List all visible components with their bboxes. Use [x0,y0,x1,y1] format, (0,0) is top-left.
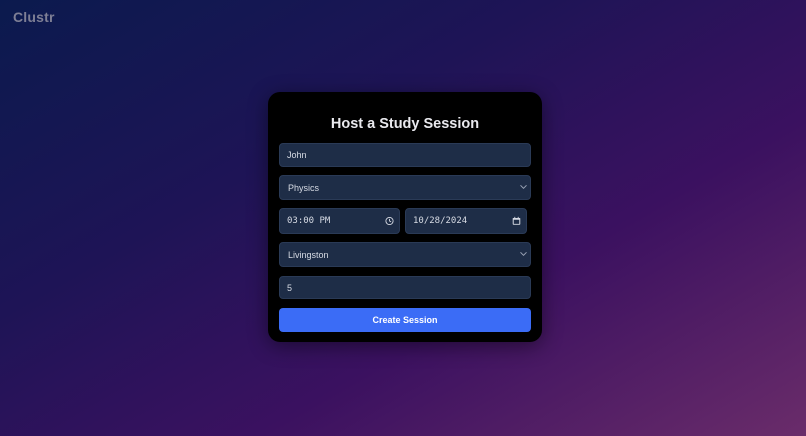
subject-select-value: Physics [288,182,320,193]
page-title: Host a Study Session [330,116,480,132]
clock-icon[interactable] [385,216,394,226]
date-input[interactable]: 10/28/2024 [405,208,527,234]
name-input[interactable]: John [279,143,531,167]
location-select[interactable]: Livingston [279,242,531,267]
capacity-input-value: 5 [287,282,293,293]
time-input-value: 03:00 PM [287,216,331,226]
name-input-value: John [287,150,307,160]
app-logo: Clustr [13,9,55,25]
date-input-value: 10/28/2024 [413,216,468,226]
capacity-input[interactable]: 5 [279,276,531,299]
chevron-down-icon [520,251,527,258]
time-input[interactable]: 03:00 PM [279,208,400,234]
subject-select[interactable]: Physics [279,175,531,200]
chevron-down-icon [520,184,527,191]
location-select-value: Livingston [288,249,329,260]
create-session-button[interactable]: Create Session [279,308,531,332]
calendar-icon[interactable] [512,216,521,226]
